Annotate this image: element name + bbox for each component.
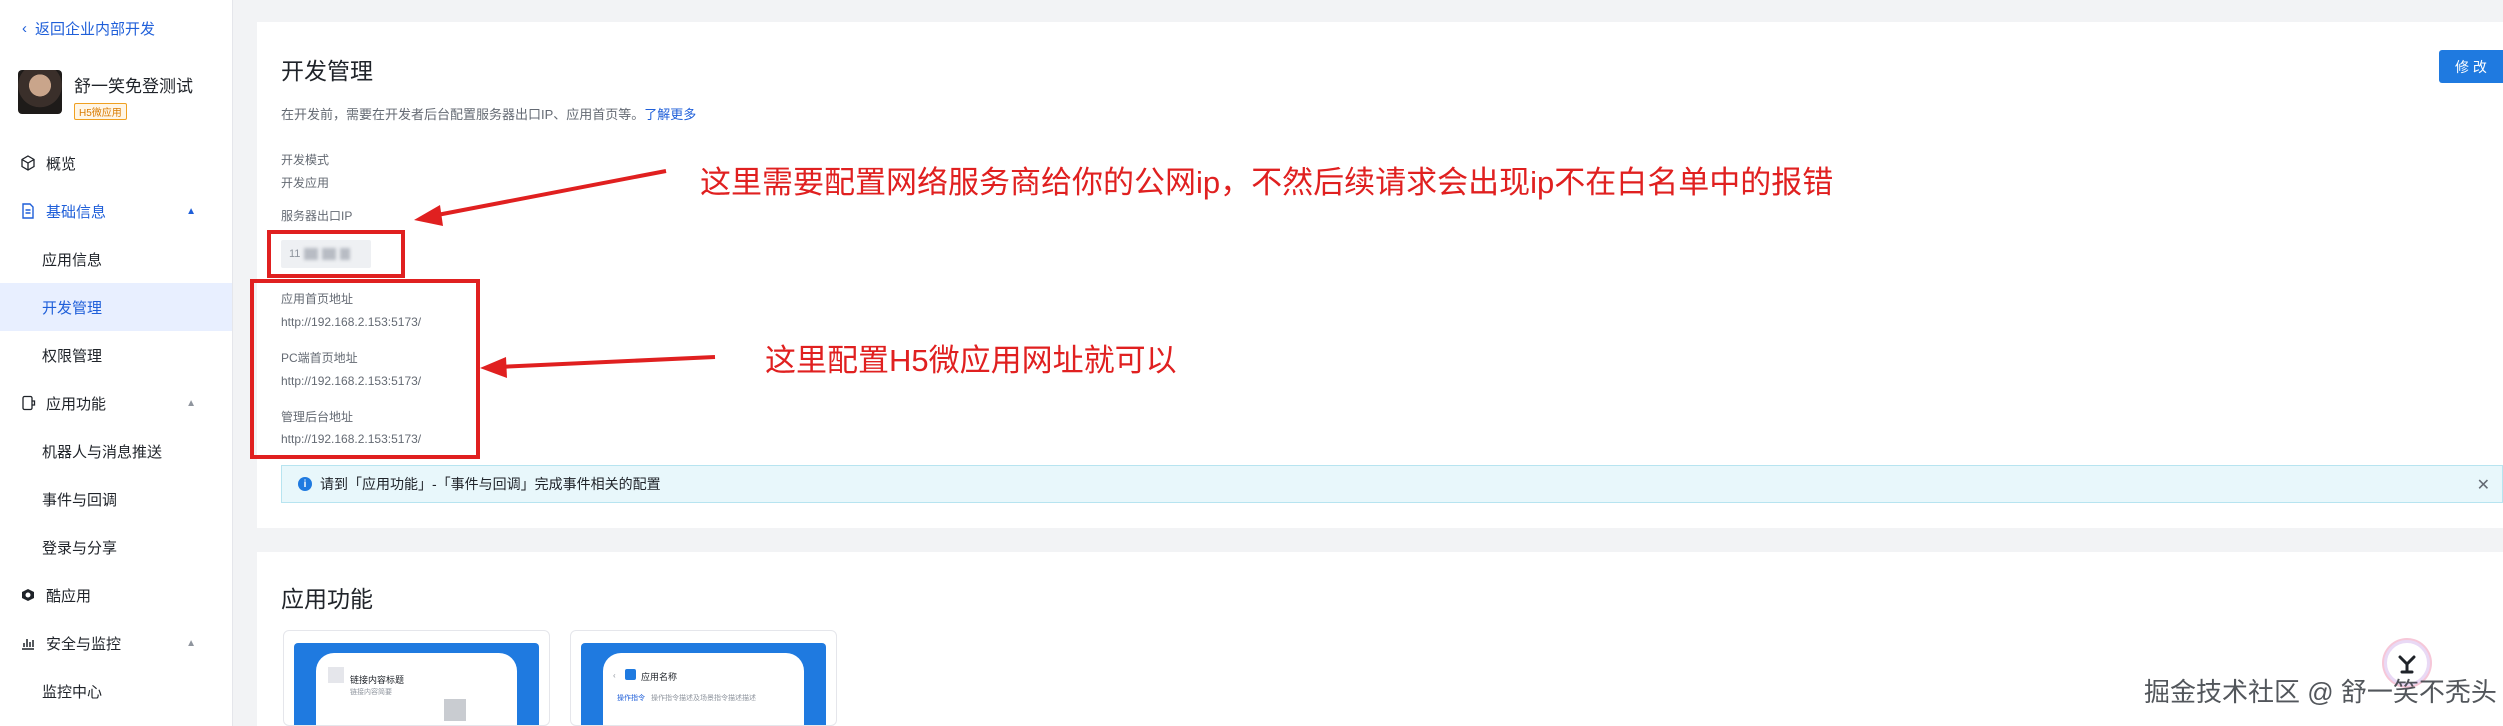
- url-arrow: [480, 355, 716, 378]
- feature-preview-app[interactable]: ‹ 应用名称 操作指令 操作指令描述及场景指令描述描述: [570, 630, 837, 726]
- ip-arrow: [414, 169, 667, 226]
- features-section-title: 应用功能: [281, 586, 373, 612]
- close-icon[interactable]: ✕: [2477, 475, 2490, 495]
- url-annotation: 这里配置H5微应用网址就可以: [765, 343, 1177, 378]
- info-icon: i: [298, 477, 312, 491]
- app-logo-icon: [625, 669, 636, 680]
- ip-annotation: 这里需要配置网络服务商给你的公网ip，不然后续请求会出现ip不在白名单中的报错: [700, 165, 1834, 200]
- feature-preview-link[interactable]: 链接内容标题 链接内容简要: [283, 630, 550, 726]
- info-alert: i 请到「应用功能」-「事件与回调」完成事件相关的配置 ✕: [281, 465, 2503, 503]
- watermark: 掘金技术社区 @ 舒一笑不秃头: [2144, 677, 2497, 707]
- chevron-left-icon: ‹: [613, 671, 616, 680]
